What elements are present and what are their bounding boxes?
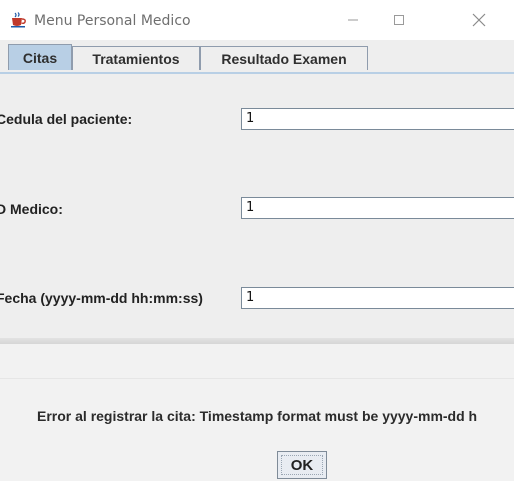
minimize-icon <box>348 19 358 21</box>
cedula-input[interactable]: 1 <box>241 108 514 130</box>
minimize-button[interactable] <box>330 0 376 40</box>
title-bar: Menu Personal Medico <box>0 0 514 40</box>
ok-button-label: OK <box>290 456 314 474</box>
error-message: Error al registrar la cita: Timestamp fo… <box>37 408 478 424</box>
fecha-input[interactable]: 1 <box>241 287 514 309</box>
id-medico-label: D Medico: <box>0 201 63 217</box>
java-cup-icon <box>10 12 28 28</box>
tab-citas[interactable]: Citas <box>8 44 72 70</box>
maximize-button[interactable] <box>376 0 422 40</box>
id-medico-input[interactable]: 1 <box>241 197 514 219</box>
cedula-label: Cedula del paciente: <box>0 111 133 127</box>
fecha-label: Fecha (yyyy-mm-dd hh:mm:ss) <box>0 290 203 306</box>
dialog-separator <box>0 378 514 379</box>
tab-resultado-examen-label: Resultado Examen <box>221 50 347 67</box>
maximize-icon <box>394 15 404 25</box>
tab-tratamientos-label: Tratamientos <box>92 50 180 67</box>
ok-button[interactable]: OK <box>277 451 327 479</box>
close-button[interactable] <box>456 0 502 40</box>
window-title: Menu Personal Medico <box>34 13 191 29</box>
tab-strip: Citas Tratamientos Resultado Examen <box>0 40 514 73</box>
close-icon <box>472 13 486 27</box>
tab-citas-label: Citas <box>22 49 58 66</box>
tab-tratamientos[interactable]: Tratamientos <box>72 46 200 70</box>
tab-resultado-examen[interactable]: Resultado Examen <box>200 46 368 70</box>
